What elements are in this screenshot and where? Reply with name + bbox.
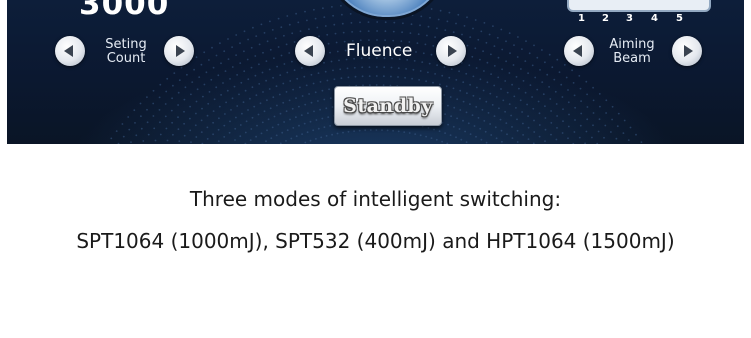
setting-count-decrease-button[interactable] [55,36,85,66]
chevron-left-icon [64,45,73,57]
setting-count-label: Seting Count [95,38,157,66]
standby-button[interactable]: Standby [334,86,442,126]
aiming-beam-label: Aiming Beam [601,38,663,66]
setting-count-increase-button[interactable] [164,36,194,66]
aiming-beam-label-line2: Beam [613,51,651,66]
aiming-beam-increase-button[interactable] [672,36,702,66]
aiming-beam-scale-5: 5 [676,13,683,24]
aiming-beam-scale-3: 3 [626,13,633,24]
chevron-right-icon [684,45,693,57]
chevron-right-icon [448,45,457,57]
standby-button-label: Standby [343,95,433,117]
fluence-decrease-button[interactable] [295,36,325,66]
chevron-left-icon [573,45,582,57]
aiming-beam-scale-1: 1 [578,13,585,24]
control-panel: 3000 1 2 3 4 5 Seting Count Fluence Aimi… [7,0,744,144]
aiming-beam-level-bar [567,0,711,12]
aiming-beam-label-line1: Aiming [609,37,655,52]
caption-line-1: Three modes of intelligent switching: [189,187,562,211]
fluence-label: Fluence [346,41,413,61]
fluence-increase-button[interactable] [436,36,466,66]
setting-count-label-line1: Seting [105,37,147,52]
setting-count-value: 3000 [79,0,170,22]
aiming-beam-decrease-button[interactable] [564,36,594,66]
aiming-beam-scale-4: 4 [651,13,658,24]
aiming-beam-scale-2: 2 [602,13,609,24]
caption-line-2: SPT1064 (1000mJ), SPT532 (400mJ) and HPT… [76,229,675,253]
chevron-right-icon [176,45,185,57]
setting-count-label-line2: Count [106,51,146,66]
chevron-left-icon [304,45,313,57]
